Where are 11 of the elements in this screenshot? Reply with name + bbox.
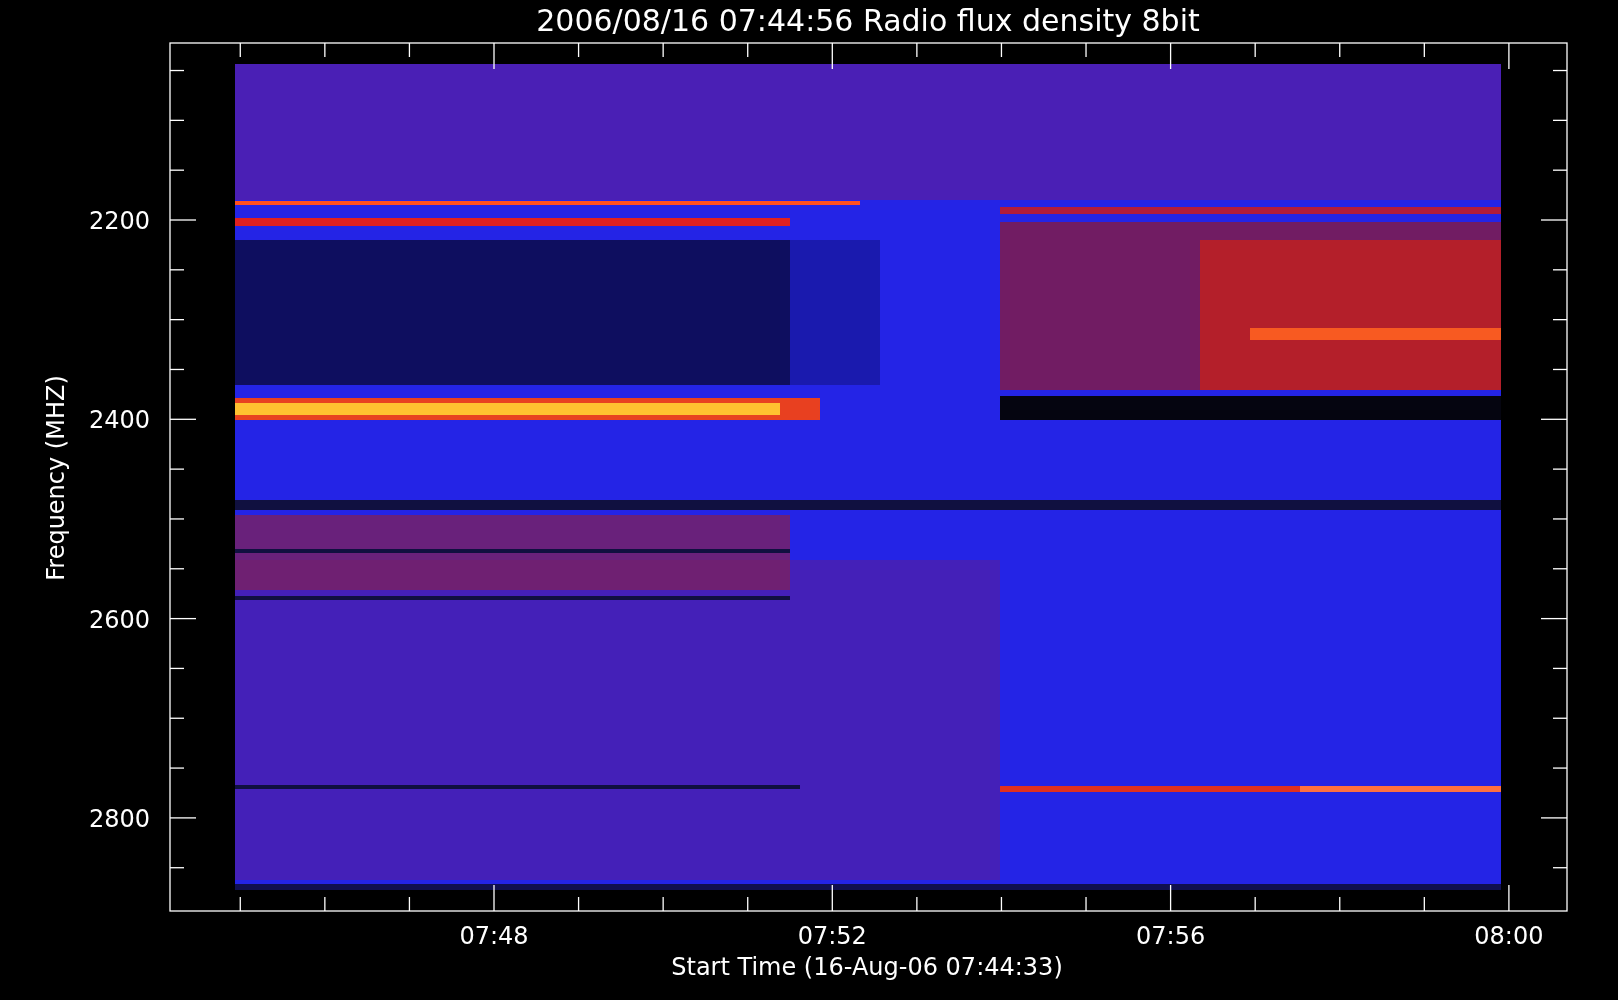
x-tick-label: 07:48 — [459, 922, 529, 950]
y-tick-label: 2400 — [88, 406, 150, 435]
x-tick-label: 07:52 — [797, 922, 867, 950]
x-tick-label: 08:00 — [1474, 922, 1544, 950]
x-tick-label: 07:56 — [1136, 922, 1206, 950]
chart-title: 2006/08/16 07:44:56 Radio flux density 8bit — [536, 3, 1200, 38]
y-axis-label: Frequency (MHZ) — [42, 375, 70, 581]
y-tick-label: 2800 — [88, 804, 150, 833]
y-tick-label: 2600 — [88, 605, 150, 634]
x-axis-label: Start Time (16-Aug-06 07:44:33) — [671, 953, 1063, 981]
y-tick-label: 2200 — [88, 207, 150, 235]
